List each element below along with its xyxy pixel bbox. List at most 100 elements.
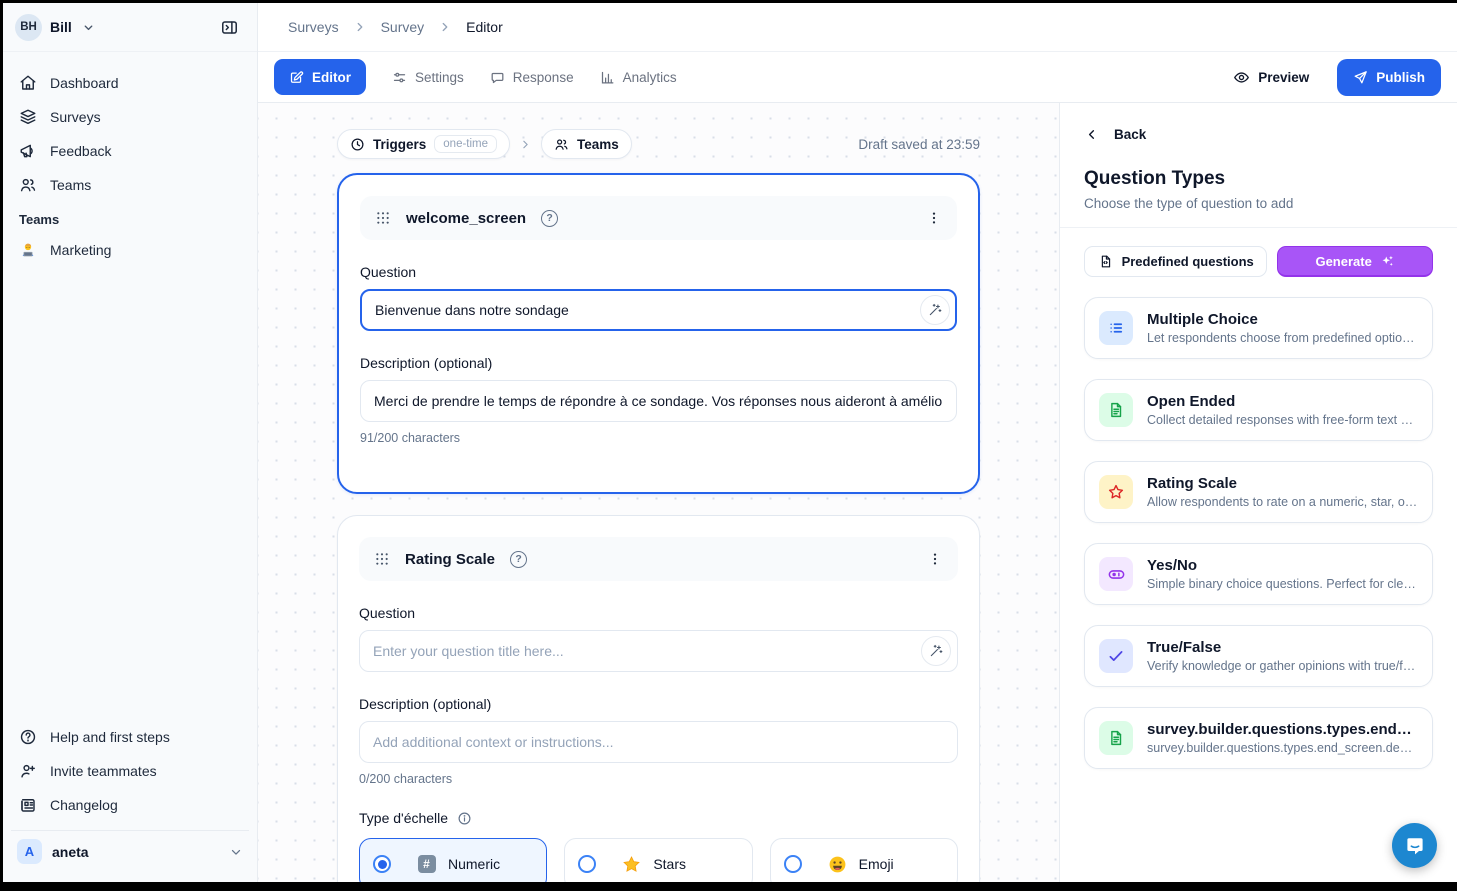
type-title: True/False: [1147, 639, 1418, 656]
triggers-button[interactable]: Triggers one-time: [337, 129, 510, 159]
workspace-avatar: BH: [15, 14, 42, 41]
survey-canvas: Triggers one-time Teams Draft sav: [258, 103, 1059, 882]
question-type-rating-scale[interactable]: Rating Scale Allow respondents to rate o…: [1084, 461, 1433, 523]
panel-actions: Predefined questions Generate: [1084, 246, 1433, 277]
scale-option-numeric[interactable]: # Numeric: [359, 838, 547, 882]
eye-icon: [1233, 69, 1250, 86]
question-type-yes-no[interactable]: Yes/No Simple binary choice questions. P…: [1084, 543, 1433, 605]
users-icon: [554, 137, 569, 152]
sidebar-item-marketing[interactable]: Marketing: [11, 233, 249, 267]
tab-label: Settings: [415, 70, 464, 85]
divider: [1060, 227, 1457, 228]
type-title: survey.builder.questions.types.end_scr..…: [1147, 721, 1418, 738]
sidebar-item-teams[interactable]: Teams: [11, 168, 249, 202]
sidebar-nav: Dashboard Surveys Feedback Teams: [3, 52, 257, 267]
sidebar-item-invite[interactable]: Invite teammates: [11, 754, 249, 788]
question-input[interactable]: [359, 630, 958, 672]
sidebar-item-feedback[interactable]: Feedback: [11, 134, 249, 168]
sidebar-collapse-button[interactable]: [213, 11, 245, 43]
chevron-down-icon: [82, 21, 95, 34]
option-label: Emoji: [859, 856, 894, 872]
teams-section-label: Teams: [11, 202, 249, 233]
sidebar-item-changelog[interactable]: Changelog: [11, 788, 249, 822]
drag-handle-icon[interactable]: [374, 551, 390, 567]
account-menu[interactable]: A aneta: [11, 830, 249, 872]
predefined-questions-button[interactable]: Predefined questions: [1084, 246, 1267, 277]
check-icon: [1099, 639, 1133, 673]
publish-button[interactable]: Publish: [1337, 59, 1441, 96]
description-label: Description (optional): [359, 696, 958, 712]
clock-icon: [350, 137, 365, 152]
chat-launcher-button[interactable]: [1392, 823, 1437, 868]
info-circle-icon[interactable]: [457, 811, 472, 826]
sidebar-item-help[interactable]: Help and first steps: [11, 720, 249, 754]
file-code-icon: [1098, 254, 1113, 269]
tab-label: Analytics: [623, 70, 677, 85]
workspace-switcher[interactable]: BH Bill: [3, 3, 257, 52]
back-button[interactable]: Back: [1084, 127, 1433, 142]
sidebar-item-label: Dashboard: [50, 75, 119, 91]
smiley-emoji-icon: [828, 855, 847, 874]
megaphone-icon: [19, 142, 37, 160]
question-card-welcome-screen[interactable]: welcome_screen ? Question: [337, 173, 980, 494]
question-input[interactable]: [360, 289, 957, 331]
tab-response[interactable]: Response: [490, 70, 574, 85]
breadcrumb-survey[interactable]: Survey: [381, 19, 425, 35]
question-types-panel: Back Question Types Choose the type of q…: [1059, 103, 1457, 882]
generate-button[interactable]: Generate: [1277, 246, 1433, 277]
editor-toolbar: Editor Settings Response Analytics: [258, 52, 1457, 103]
draft-status: Draft saved at 23:59: [858, 137, 980, 152]
sidebar-item-surveys[interactable]: Surveys: [11, 100, 249, 134]
sliders-icon: [392, 70, 407, 85]
question-type-multiple-choice[interactable]: Multiple Choice Let respondents choose f…: [1084, 297, 1433, 359]
description-input[interactable]: [359, 721, 958, 763]
tab-analytics[interactable]: Analytics: [600, 70, 677, 85]
teams-button[interactable]: Teams: [541, 129, 632, 159]
ai-rewrite-button[interactable]: [921, 636, 951, 666]
question-type-end-screen[interactable]: survey.builder.questions.types.end_scr..…: [1084, 707, 1433, 769]
back-label: Back: [1114, 127, 1146, 142]
radio-unselected[interactable]: [784, 855, 802, 873]
card-menu-button[interactable]: [926, 210, 942, 226]
char-count: 0/200 characters: [359, 772, 958, 786]
breadcrumb-surveys[interactable]: Surveys: [288, 19, 339, 35]
sidebar-item-label: Surveys: [50, 109, 101, 125]
sidebar-item-dashboard[interactable]: Dashboard: [11, 66, 249, 100]
pencil-square-icon: [289, 70, 304, 85]
option-label: Stars: [653, 856, 686, 872]
sidebar-item-label: Invite teammates: [50, 763, 157, 779]
question-label: Question: [359, 605, 958, 621]
breadcrumb-editor: Editor: [466, 19, 503, 35]
chevron-left-icon: [1084, 127, 1099, 142]
type-description: Verify knowledge or gather opinions with…: [1147, 659, 1418, 673]
tab-editor[interactable]: Editor: [274, 59, 366, 95]
type-title: Rating Scale: [1147, 475, 1418, 492]
star-emoji-icon: [622, 855, 641, 874]
workspace-name: Bill: [50, 19, 72, 35]
scale-type-label: Type d'échelle: [359, 810, 448, 826]
description-input[interactable]: [360, 380, 957, 422]
type-description: Simple binary choice questions. Perfect …: [1147, 577, 1418, 591]
scale-option-stars[interactable]: Stars: [564, 838, 752, 882]
technologist-emoji: [19, 241, 37, 259]
help-circle-icon[interactable]: ?: [510, 551, 527, 568]
predefined-label: Predefined questions: [1122, 254, 1254, 269]
bar-chart-icon: [600, 70, 615, 85]
scale-option-emoji[interactable]: Emoji: [770, 838, 958, 882]
question-input-wrap: [359, 630, 958, 672]
question-type-open-ended[interactable]: Open Ended Collect detailed responses wi…: [1084, 379, 1433, 441]
drag-handle-icon[interactable]: [375, 210, 391, 226]
radio-unselected[interactable]: [578, 855, 596, 873]
panel-toggle-icon: [220, 18, 239, 37]
question-type-true-false[interactable]: True/False Verify knowledge or gather op…: [1084, 625, 1433, 687]
question-card-rating-scale[interactable]: Rating Scale ? Question: [337, 515, 980, 882]
tab-settings[interactable]: Settings: [392, 70, 464, 85]
card-menu-button[interactable]: [927, 551, 943, 567]
ai-rewrite-button[interactable]: [920, 295, 950, 325]
magic-wand-icon: [928, 303, 942, 317]
radio-selected[interactable]: [373, 855, 391, 873]
card-header: Rating Scale ?: [359, 537, 958, 581]
preview-button[interactable]: Preview: [1233, 69, 1309, 86]
help-circle-icon[interactable]: ?: [541, 210, 558, 227]
generate-label: Generate: [1315, 254, 1371, 269]
